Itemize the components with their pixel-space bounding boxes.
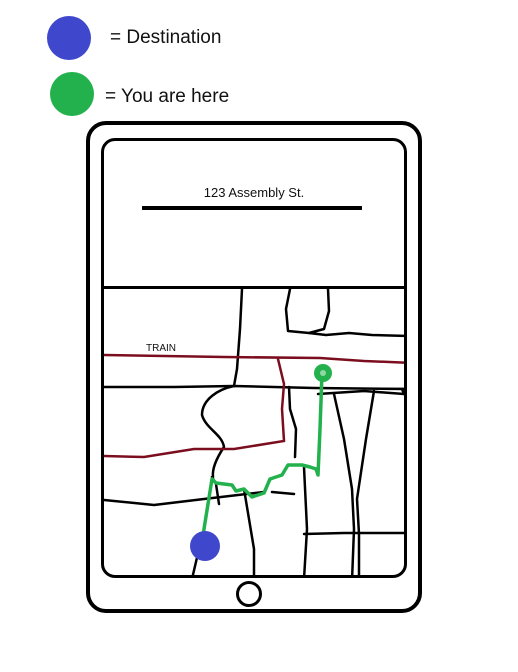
road — [200, 384, 236, 479]
address-text[interactable]: 123 Assembly St. — [104, 185, 404, 200]
road-network — [104, 289, 404, 575]
route-path — [200, 371, 324, 551]
train-line — [104, 357, 286, 459]
road — [104, 384, 404, 391]
you-are-here-marker-center-icon — [320, 370, 326, 376]
destination-marker-icon[interactable] — [190, 531, 220, 561]
train-lines — [104, 353, 404, 459]
you-are-here-legend-label: = You are here — [105, 86, 230, 107]
road — [284, 289, 331, 335]
road — [270, 490, 296, 496]
road — [287, 385, 298, 459]
road — [316, 389, 404, 396]
destination-legend-dot-icon — [47, 16, 91, 60]
home-button[interactable] — [236, 581, 262, 607]
address-panel: 123 Assembly St. — [104, 141, 404, 289]
road — [302, 465, 309, 575]
road — [307, 331, 404, 338]
train-line — [104, 353, 404, 364]
train-label: TRAIN — [146, 343, 176, 354]
you-are-here-legend-dot-icon — [50, 72, 94, 116]
road — [232, 289, 244, 388]
tablet-screen: 123 Assembly St. TRAIN — [101, 138, 407, 578]
road — [355, 389, 376, 575]
address-underline — [142, 206, 362, 210]
road — [104, 490, 266, 507]
destination-legend-label: = Destination — [110, 27, 222, 48]
road — [332, 392, 356, 575]
map-view[interactable]: TRAIN — [104, 289, 407, 578]
road — [242, 487, 256, 575]
